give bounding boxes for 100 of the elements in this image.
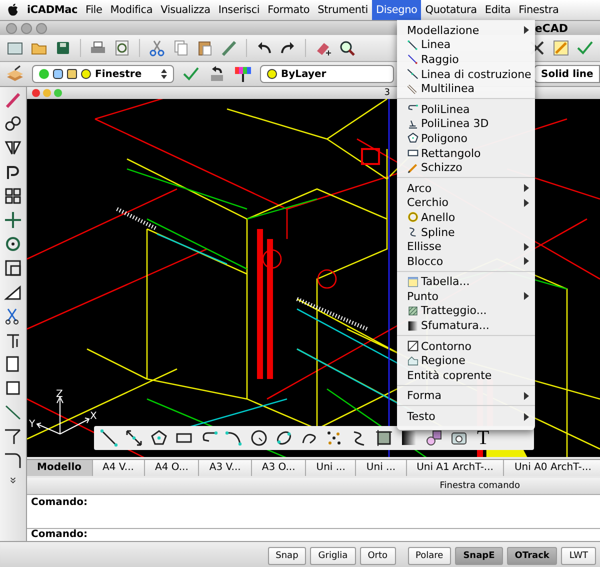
menu-item[interactable]: Contorno: [397, 338, 535, 354]
scale-icon[interactable]: [4, 259, 22, 277]
menu-bar-item[interactable]: Modifica: [106, 0, 157, 20]
chevron-down-icon[interactable]: [8, 475, 18, 485]
layout-tab[interactable]: Uni A0 ArchT-...: [504, 460, 600, 476]
layer-dropdown[interactable]: Finestre: [32, 65, 174, 83]
command-prompt: Comando:: [31, 529, 88, 540]
close-button[interactable]: [32, 88, 40, 97]
menu-bar-item[interactable]: Finestra: [514, 0, 563, 20]
color-dropdown[interactable]: ByLayer: [260, 65, 394, 83]
checkmark-icon[interactable]: [576, 39, 594, 57]
menu-item[interactable]: Testo: [397, 409, 535, 424]
paste-icon[interactable]: [196, 39, 214, 57]
axis-label: X: [90, 410, 97, 422]
submenu-arrow-icon: [524, 412, 529, 421]
menu-item[interactable]: Linea di costruzione: [397, 66, 535, 82]
menu-item[interactable]: Sfumatura...: [397, 318, 535, 333]
menu-item[interactable]: Punto: [397, 289, 535, 304]
layers-icon[interactable]: [6, 65, 24, 83]
status-toggle-button[interactable]: Snap: [268, 547, 306, 565]
app-menu[interactable]: iCADMac: [23, 0, 82, 20]
offset-icon[interactable]: [4, 163, 22, 181]
status-toggle-button[interactable]: LWT: [561, 547, 596, 565]
menu-item[interactable]: Spline: [397, 224, 535, 240]
menu-bar-item[interactable]: Quotatura: [421, 0, 481, 20]
menu-item[interactable]: Poligono: [397, 131, 535, 146]
layout-tab[interactable]: A3 V...: [199, 460, 252, 476]
menu-item[interactable]: PoliLinea: [397, 102, 535, 117]
status-toggle-button[interactable]: OTrack: [506, 547, 558, 565]
print-preview-icon[interactable]: [113, 39, 131, 57]
copy-icon[interactable]: [172, 39, 190, 57]
pencil-pad-icon[interactable]: [552, 39, 570, 57]
layout-tab[interactable]: Uni ...: [356, 460, 407, 476]
move-icon[interactable]: [4, 211, 22, 229]
menu-item[interactable]: Modellazione: [397, 23, 535, 38]
status-toggle-button[interactable]: Orto: [360, 547, 396, 565]
menu-bar-item[interactable]: Visualizza: [156, 0, 214, 20]
ellipse-icon[interactable]: [275, 428, 293, 447]
dots-icon[interactable]: [325, 428, 343, 447]
menu-bar-item[interactable]: Disegno: [372, 0, 422, 20]
circle-icon[interactable]: [250, 428, 268, 447]
status-toggle-button[interactable]: Polare: [408, 547, 452, 565]
menu-item[interactable]: Blocco: [397, 254, 535, 268]
text-tool-button[interactable]: T: [475, 428, 492, 448]
apple-logo-icon[interactable]: [6, 3, 20, 17]
submenu-arrow-icon: [524, 292, 529, 300]
checkmark-icon[interactable]: [182, 65, 200, 83]
arc-icon[interactable]: [225, 428, 243, 447]
previous-layer-icon[interactable]: [208, 65, 226, 83]
menu-item[interactable]: Multilinea: [397, 81, 535, 96]
corner-icon[interactable]: [4, 427, 22, 445]
double-arrow-icon[interactable]: [125, 428, 143, 447]
rotate-icon[interactable]: [4, 235, 22, 253]
menu-item[interactable]: PoliLinea 3D: [397, 116, 535, 132]
hatch-icon[interactable]: [375, 428, 393, 447]
menu-item[interactable]: Anello: [397, 210, 535, 225]
layout-tab[interactable]: Modello: [27, 460, 92, 476]
layout-tab[interactable]: A3 O...: [252, 460, 306, 476]
menu-item[interactable]: Regione: [397, 353, 535, 368]
menu-item[interactable]: Entità coprente: [397, 368, 535, 383]
region-icon: [407, 354, 419, 367]
diagonal-line-icon[interactable]: [4, 403, 22, 421]
layout-tab[interactable]: A4 V...: [92, 460, 145, 476]
menu-item[interactable]: Tratteggio...: [397, 304, 535, 318]
menu-bar-item[interactable]: Formato: [264, 0, 314, 20]
menu-item[interactable]: Tabella...: [397, 274, 535, 290]
zoom-icon[interactable]: [338, 39, 356, 57]
stepper-arrows-icon[interactable]: [161, 69, 167, 79]
status-toggle-button[interactable]: SnapE: [455, 547, 503, 565]
rectangle-icon[interactable]: [4, 379, 22, 397]
menu-item[interactable]: Rettangolo: [397, 146, 535, 160]
menu-item[interactable]: Schizzo: [397, 160, 535, 175]
color-palette-icon[interactable]: [234, 65, 252, 83]
menu-item[interactable]: Ellisse: [397, 239, 535, 254]
mirror-icon[interactable]: [4, 139, 22, 157]
circles-icon[interactable]: [4, 115, 22, 133]
polygon-icon[interactable]: [150, 428, 168, 447]
round-corner-icon[interactable]: [4, 451, 22, 469]
menu-item[interactable]: Arco: [397, 180, 535, 196]
menu-item[interactable]: Forma: [397, 388, 535, 404]
grid-icon[interactable]: [4, 187, 22, 205]
multiline-icon: [407, 82, 419, 95]
menu-bar-item[interactable]: File: [82, 0, 106, 20]
linetype-dropdown[interactable]: Solid line: [534, 65, 600, 83]
menu-bar-item[interactable]: Inserisci: [214, 0, 264, 20]
save-icon[interactable]: [54, 39, 72, 57]
status-toggle-button[interactable]: Griglia: [310, 547, 356, 565]
layout-tab[interactable]: Uni A1 ArchT-...: [406, 460, 504, 476]
gradient-icon[interactable]: [400, 428, 418, 447]
stretch-icon[interactable]: [4, 283, 22, 301]
menu-item[interactable]: Cerchio: [397, 196, 535, 210]
gradient-icon: [407, 320, 419, 332]
block-icon[interactable]: [425, 428, 443, 447]
line-icon[interactable]: [100, 428, 118, 447]
layout-tab[interactable]: Uni ...: [306, 460, 356, 476]
menu-bar-item[interactable]: Strumenti: [314, 0, 372, 20]
menu-item[interactable]: Raggio: [397, 52, 535, 67]
layout-tab[interactable]: A4 O...: [144, 460, 200, 476]
menu-bar-item[interactable]: Edita: [480, 0, 515, 20]
menu-item[interactable]: Linea: [397, 38, 535, 52]
